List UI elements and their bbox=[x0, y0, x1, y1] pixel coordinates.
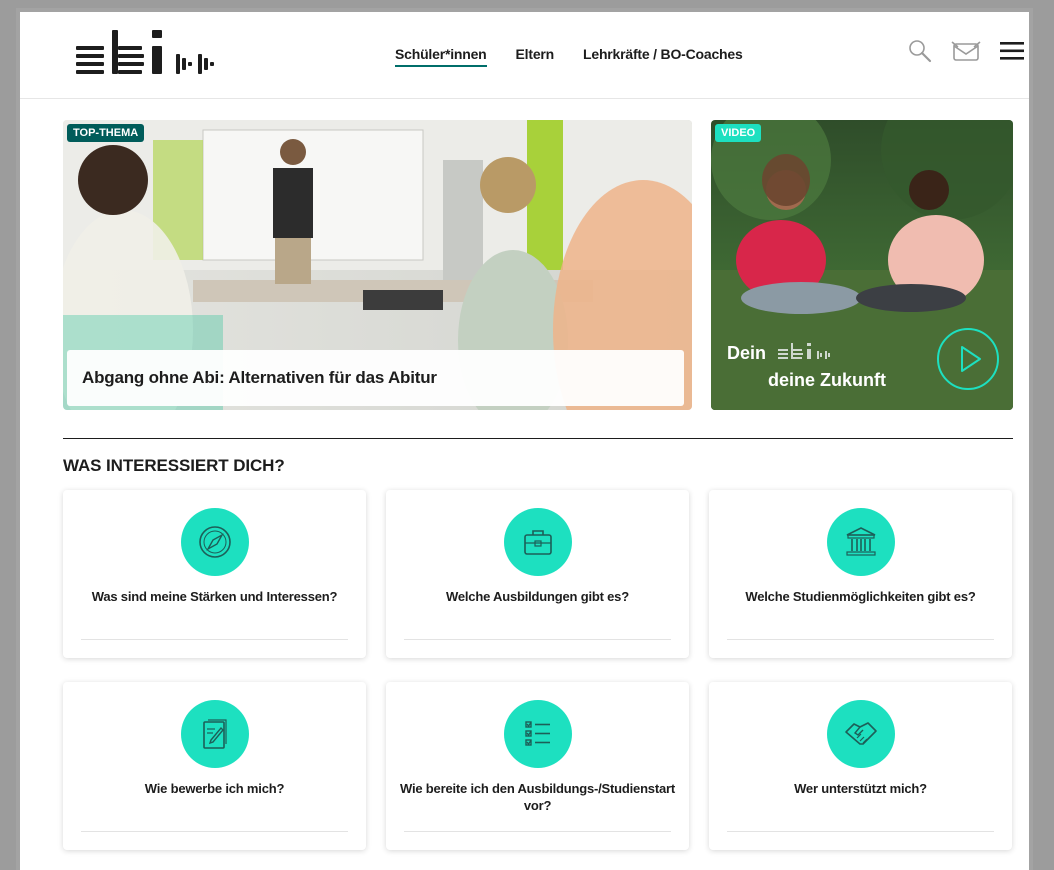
card-icon-circle bbox=[181, 700, 249, 768]
menu-icon[interactable] bbox=[999, 40, 1025, 62]
header-icons bbox=[907, 38, 1025, 64]
browser-frame: Schüler*innen Eltern Lehrkräfte / BO-Coa… bbox=[16, 8, 1033, 870]
nav-item-eltern[interactable]: Eltern bbox=[516, 46, 555, 67]
section-divider bbox=[63, 438, 1013, 439]
card-apprenticeships[interactable]: Welche Ausbildungen gibt es? bbox=[386, 490, 689, 658]
card-divider bbox=[727, 831, 994, 832]
card-divider bbox=[81, 831, 348, 832]
handshake-icon bbox=[845, 722, 877, 745]
card-divider bbox=[727, 639, 994, 640]
main-nav: Schüler*innen Eltern Lehrkräfte / BO-Coa… bbox=[395, 46, 743, 67]
nav-item-lehrkraefte[interactable]: Lehrkräfte / BO-Coaches bbox=[583, 46, 743, 67]
nav-item-schueler[interactable]: Schüler*innen bbox=[395, 46, 487, 67]
card-application[interactable]: Wie bewerbe ich mich? bbox=[63, 682, 366, 850]
checklist-icon bbox=[525, 721, 550, 746]
search-icon[interactable] bbox=[907, 38, 933, 64]
abi-logo[interactable] bbox=[72, 30, 247, 78]
card-support[interactable]: Wer unterstützt mich? bbox=[709, 682, 1012, 850]
card-divider bbox=[404, 831, 671, 832]
card-strengths[interactable]: Was sind meine Stärken und Interessen? bbox=[63, 490, 366, 658]
card-study-options[interactable]: Welche Studienmöglichkeiten gibt es? bbox=[709, 490, 1012, 658]
video-headline-prefix: Dein bbox=[727, 343, 767, 363]
video-headline-line2: deine Zukunft bbox=[768, 370, 886, 390]
card-label: Was sind meine Stärken und Interessen? bbox=[91, 589, 338, 604]
card-label: Welche Studienmöglichkeiten gibt es? bbox=[745, 589, 976, 604]
card-label: Welche Ausbildungen gibt es? bbox=[446, 589, 629, 604]
card-label: Wie bereite ich den Ausbildungs-/Studien… bbox=[400, 781, 675, 813]
card-preparation[interactable]: Wie bereite ich den Ausbildungs-/Studien… bbox=[386, 682, 689, 850]
university-icon bbox=[846, 527, 876, 556]
top-topic-teaser[interactable]: TOP-THEMA Abgang ohne Abi: Alternativen … bbox=[63, 120, 692, 410]
card-icon-circle bbox=[504, 508, 572, 576]
card-divider bbox=[404, 639, 671, 640]
video-teaser[interactable]: VIDEO Dein deine Zukunft bbox=[711, 120, 1013, 410]
teaser-title[interactable]: Abgang ohne Abi: Alternativen für das Ab… bbox=[67, 350, 684, 406]
card-icon-circle bbox=[827, 700, 895, 768]
video-headline-line1: Dein bbox=[727, 342, 841, 364]
play-button[interactable] bbox=[937, 328, 999, 390]
abi-logo-small bbox=[778, 343, 831, 359]
card-label: Wer unterstützt mich? bbox=[794, 781, 927, 796]
compass-icon bbox=[199, 526, 231, 558]
card-divider bbox=[81, 639, 348, 640]
top-topic-tag: TOP-THEMA bbox=[67, 124, 145, 142]
document-edit-icon bbox=[203, 719, 227, 749]
play-icon bbox=[961, 346, 981, 372]
card-icon-circle bbox=[827, 508, 895, 576]
card-label: Wie bewerbe ich mich? bbox=[144, 781, 285, 796]
handshake-mail-icon[interactable] bbox=[951, 39, 981, 63]
video-tag: VIDEO bbox=[715, 124, 762, 142]
toolbox-icon bbox=[524, 530, 552, 555]
site-header: Schüler*innen Eltern Lehrkräfte / BO-Coa… bbox=[20, 12, 1029, 99]
section-title: WAS INTERESSIERT DICH? bbox=[63, 456, 285, 475]
card-icon-circle bbox=[181, 508, 249, 576]
card-icon-circle bbox=[504, 700, 572, 768]
